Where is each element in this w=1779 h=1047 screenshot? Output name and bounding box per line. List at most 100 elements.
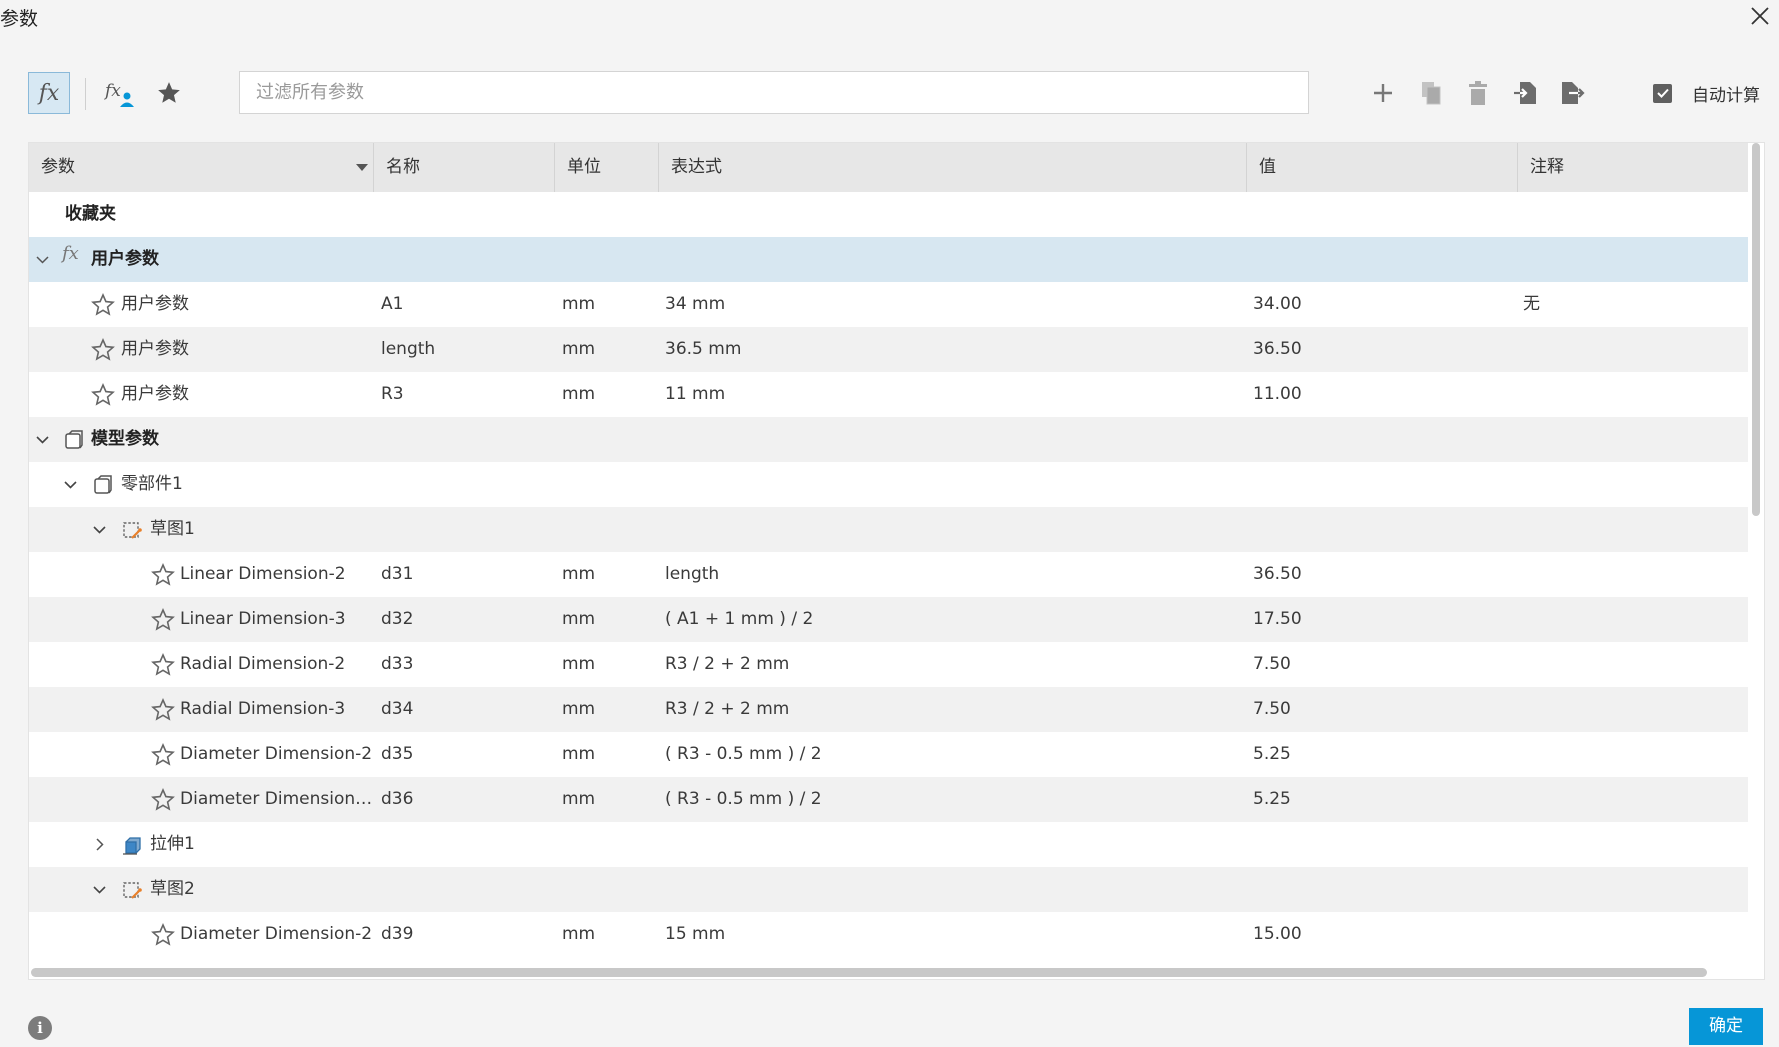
copy-parameter-button[interactable] <box>1414 76 1448 110</box>
table-row[interactable]: 用户参数 length mm 36.5 mm 36.50 <box>29 327 1748 372</box>
star-outline-icon[interactable] <box>91 383 115 407</box>
vertical-scrollbar[interactable] <box>1752 143 1760 516</box>
import-button[interactable] <box>1508 76 1542 110</box>
expression-cell[interactable]: 36.5 mm <box>665 327 1235 372</box>
star-outline-icon[interactable] <box>151 743 175 767</box>
table-row[interactable]: Linear Dimension-3 d32 mm ( A1 + 1 mm ) … <box>29 597 1748 642</box>
expression-cell[interactable]: 34 mm <box>665 282 1235 327</box>
sketch-row[interactable]: 草图1 <box>29 507 1748 552</box>
all-parameters-button[interactable]: fx <box>28 72 70 114</box>
chevron-down-icon[interactable] <box>63 477 78 492</box>
table-row[interactable]: Radial Dimension-2 d33 mm R3 / 2 + 2 mm … <box>29 642 1748 687</box>
toolbar-separator <box>85 78 86 110</box>
name-cell[interactable]: d33 <box>381 642 551 687</box>
column-header-parameter[interactable]: 参数 <box>29 143 374 192</box>
unit-cell[interactable]: mm <box>562 327 595 372</box>
expression-cell[interactable]: 11 mm <box>665 372 1235 417</box>
expression-cell[interactable]: R3 / 2 + 2 mm <box>665 687 1235 732</box>
table-row[interactable]: Diameter Dimension… d36 mm ( R3 - 0.5 mm… <box>29 777 1748 822</box>
star-outline-icon[interactable] <box>151 653 175 677</box>
expression-cell[interactable]: R3 / 2 + 2 mm <box>665 642 1235 687</box>
ok-button[interactable]: 确定 <box>1689 1008 1763 1045</box>
favorites-filter-button[interactable] <box>148 72 190 114</box>
dialog-title: 参数 <box>0 8 39 30</box>
chevron-right-icon[interactable] <box>92 837 107 852</box>
extrude-row[interactable]: 拉伸1 <box>29 822 1748 867</box>
name-cell[interactable]: A1 <box>381 282 551 327</box>
star-outline-icon[interactable] <box>151 563 175 587</box>
unit-cell[interactable]: mm <box>562 642 595 687</box>
expression-cell[interactable]: ( R3 - 0.5 mm ) / 2 <box>665 732 1235 777</box>
star-outline-icon[interactable] <box>151 788 175 812</box>
name-cell[interactable]: d35 <box>381 732 551 777</box>
parameter-cell: Radial Dimension-2 <box>180 654 346 674</box>
add-parameter-button[interactable] <box>1366 76 1400 110</box>
expression-cell[interactable]: ( A1 + 1 mm ) / 2 <box>665 597 1235 642</box>
column-header-expression[interactable]: 表达式 <box>659 143 1247 192</box>
sketch-row[interactable]: 草图2 <box>29 867 1748 912</box>
chevron-down-icon[interactable] <box>92 522 107 537</box>
star-outline-icon[interactable] <box>151 698 175 722</box>
table-header: 参数 名称 单位 表达式 值 注释 <box>29 143 1748 192</box>
name-cell[interactable]: d31 <box>381 552 551 597</box>
star-outline-icon[interactable] <box>151 923 175 947</box>
component-icon <box>94 475 112 494</box>
name-cell[interactable]: d34 <box>381 687 551 732</box>
table-row[interactable]: 用户参数 A1 mm 34 mm 34.00 无 <box>29 282 1748 327</box>
user-parameters-group-row[interactable]: fx 用户参数 <box>29 237 1748 282</box>
column-header-value[interactable]: 值 <box>1247 143 1518 192</box>
name-cell[interactable]: length <box>381 327 551 372</box>
unit-cell[interactable]: mm <box>562 552 595 597</box>
name-cell[interactable]: d39 <box>381 912 551 957</box>
star-favorites-icon <box>158 82 180 103</box>
expression-cell[interactable]: 15 mm <box>665 912 1235 957</box>
expression-cell[interactable]: length <box>665 552 1235 597</box>
auto-calculate-checkbox[interactable]: 自动计算 <box>1653 81 1760 106</box>
star-outline-icon[interactable] <box>91 293 115 317</box>
column-header-name[interactable]: 名称 <box>374 143 555 192</box>
name-cell[interactable]: R3 <box>381 372 551 417</box>
delete-parameter-button[interactable] <box>1461 76 1495 110</box>
table-row[interactable]: Radial Dimension-3 d34 mm R3 / 2 + 2 mm … <box>29 687 1748 732</box>
svg-text:fx: fx <box>103 81 121 101</box>
column-header-unit[interactable]: 单位 <box>555 143 659 192</box>
unit-cell[interactable]: mm <box>562 732 595 777</box>
component-row[interactable]: 零部件1 <box>29 462 1748 507</box>
chevron-down-icon[interactable] <box>35 432 50 447</box>
chevron-down-icon[interactable] <box>92 882 107 897</box>
name-cell[interactable]: d36 <box>381 777 551 822</box>
parameter-cell: 用户参数 <box>121 339 189 359</box>
column-header-comment[interactable]: 注释 <box>1518 143 1748 192</box>
table-row[interactable]: 用户参数 R3 mm 11 mm 11.00 <box>29 372 1748 417</box>
horizontal-scrollbar[interactable] <box>31 968 1707 977</box>
value-cell: 34.00 <box>1253 294 1302 314</box>
sort-dropdown-icon[interactable] <box>356 164 368 171</box>
close-button[interactable] <box>1745 1 1775 31</box>
model-parameters-group-row[interactable]: 模型参数 <box>29 417 1748 462</box>
expression-cell[interactable]: ( R3 - 0.5 mm ) / 2 <box>665 777 1235 822</box>
unit-cell[interactable]: mm <box>562 597 595 642</box>
sketch-icon <box>123 882 142 899</box>
favorites-group-row[interactable]: 收藏夹 <box>29 192 1748 237</box>
unit-cell[interactable]: mm <box>562 687 595 732</box>
node-label: 草图2 <box>150 879 195 899</box>
unit-cell[interactable]: mm <box>562 912 595 957</box>
filter-input[interactable] <box>239 71 1309 114</box>
value-cell: 7.50 <box>1253 654 1291 674</box>
user-parameters-button[interactable]: fx <box>98 72 140 114</box>
info-icon[interactable]: i <box>28 1016 52 1040</box>
unit-cell[interactable]: mm <box>562 777 595 822</box>
star-outline-icon[interactable] <box>151 608 175 632</box>
export-button[interactable] <box>1555 76 1589 110</box>
comment-cell[interactable]: 无 <box>1523 282 1540 327</box>
table-row[interactable]: Linear Dimension-2 d31 mm length 36.50 <box>29 552 1748 597</box>
unit-cell[interactable]: mm <box>562 372 595 417</box>
value-cell: 15.00 <box>1253 924 1302 944</box>
star-outline-icon[interactable] <box>91 338 115 362</box>
table-row[interactable]: Diameter Dimension-2 d39 mm 15 mm 15.00 <box>29 912 1748 957</box>
value-cell: 36.50 <box>1253 564 1302 584</box>
unit-cell[interactable]: mm <box>562 282 595 327</box>
table-row[interactable]: Diameter Dimension-2 d35 mm ( R3 - 0.5 m… <box>29 732 1748 777</box>
chevron-down-icon[interactable] <box>35 252 50 267</box>
name-cell[interactable]: d32 <box>381 597 551 642</box>
